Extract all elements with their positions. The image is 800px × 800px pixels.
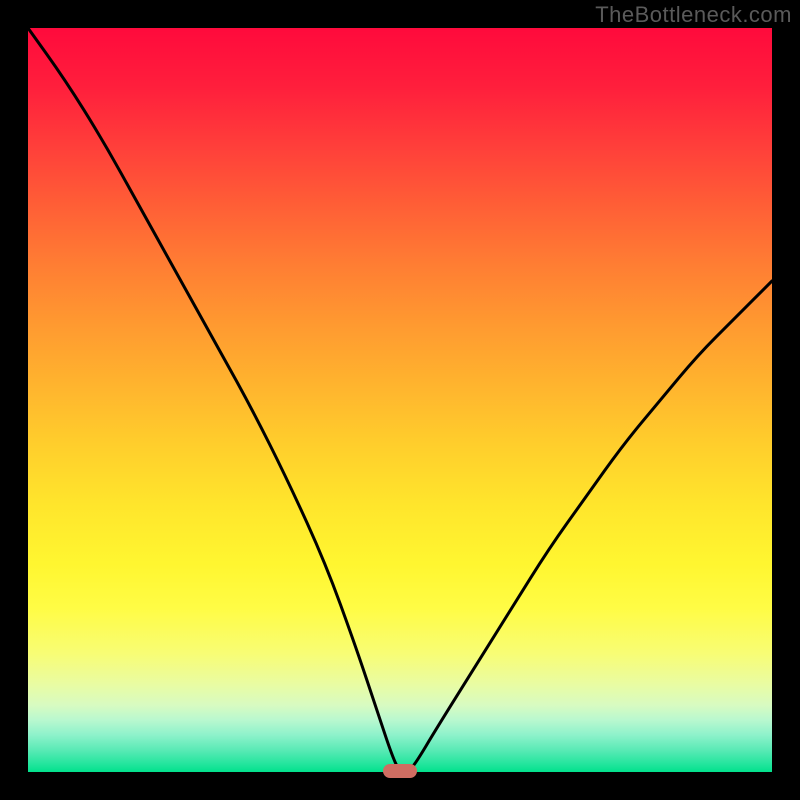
- chart-frame: TheBottleneck.com: [0, 0, 800, 800]
- watermark-text: TheBottleneck.com: [595, 2, 792, 28]
- plot-area: [28, 28, 772, 772]
- bottleneck-marker: [383, 764, 417, 778]
- curve-svg: [28, 28, 772, 772]
- bottleneck-curve: [28, 28, 772, 772]
